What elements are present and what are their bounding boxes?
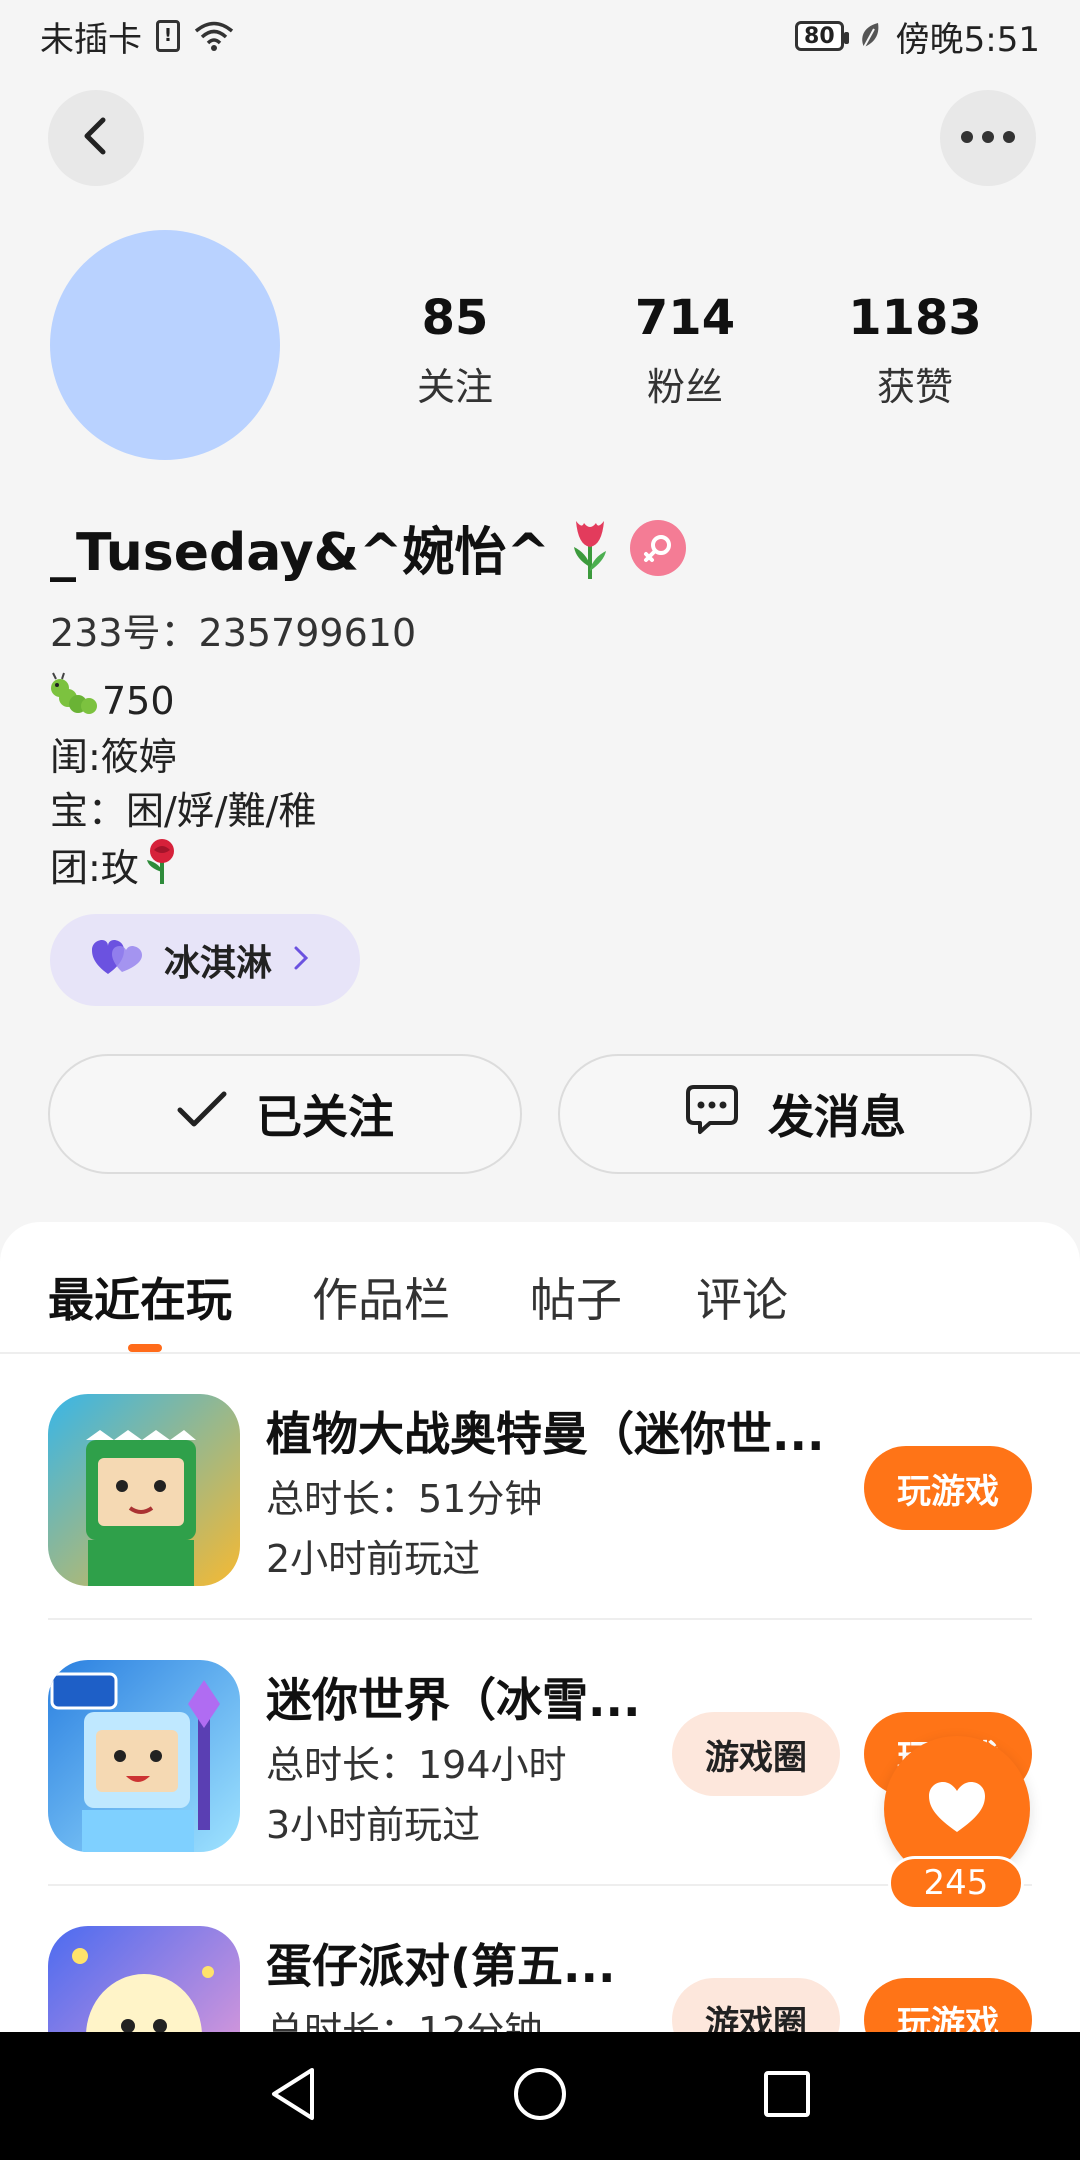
fan-club-name: 冰淇淋 xyxy=(164,943,273,984)
content-card: 最近在玩 作品栏 帖子 评论 植物大战奥特曼（迷你世... 总时长：51分钟 2… xyxy=(0,1222,1080,2032)
bio-text: 团:玫 xyxy=(50,846,139,890)
game-title[interactable]: 蛋仔派对(第五... xyxy=(266,1930,615,1996)
chevron-right-icon xyxy=(292,944,310,976)
stat-label: 关注 xyxy=(416,365,493,409)
chat-bubble-icon xyxy=(684,1081,740,1148)
bio-line: 团:玫 xyxy=(50,838,316,898)
sim-alert-icon: ! xyxy=(156,20,180,52)
stat-followers[interactable]: 714 粉丝 xyxy=(585,288,785,411)
tab-works[interactable]: 作品栏 xyxy=(312,1264,450,1330)
check-icon xyxy=(176,1087,228,1141)
game-row[interactable]: 植物大战奥特曼（迷你世... 总时长：51分钟 2小时前玩过 玩游戏 xyxy=(48,1354,1032,1620)
bio-text: 宝：困/娐/難/稚 xyxy=(50,789,317,833)
game-row[interactable]: 迷你世界（冰雪... 总时长：194小时 3小时前玩过 游戏圈 玩游戏 xyxy=(48,1620,1032,1886)
square-recents-icon xyxy=(762,2069,812,2123)
game-title[interactable]: 植物大战奥特曼（迷你世... xyxy=(266,1398,824,1464)
stat-value: 85 xyxy=(421,290,489,346)
system-nav-bar xyxy=(0,2032,1080,2160)
female-gender-icon xyxy=(630,519,687,576)
fan-club-pill[interactable]: 冰淇淋 xyxy=(50,914,360,1006)
game-duration: 总时长：51分钟 xyxy=(266,1477,543,1521)
game-title[interactable]: 迷你世界（冰雪... xyxy=(266,1664,640,1730)
bio-text: 750 xyxy=(102,679,175,723)
game-icon-plants-vs-ultraman[interactable] xyxy=(48,1394,240,1586)
game-icon-mini-world-ice[interactable] xyxy=(48,1660,240,1852)
nav-home-button[interactable] xyxy=(495,2051,585,2141)
status-bar: 未插卡 ! 80 傍晚5:51 xyxy=(0,0,1080,72)
nav-recents-button[interactable] xyxy=(742,2051,832,2141)
more-dots-icon xyxy=(960,129,1016,148)
status-left: 未插卡 ! xyxy=(40,12,234,61)
bio-line: 闺:筱婷 xyxy=(50,730,316,784)
avatar[interactable] xyxy=(50,230,280,460)
stat-value: 714 xyxy=(634,290,736,346)
hearts-icon xyxy=(90,938,144,982)
battery-level: 80 xyxy=(804,23,835,49)
stat-following[interactable]: 85 关注 xyxy=(355,288,555,411)
carrier-text: 未插卡 xyxy=(40,19,142,60)
stat-label: 粉丝 xyxy=(646,365,723,409)
circle-home-icon xyxy=(512,2066,568,2126)
nav-back-button[interactable] xyxy=(248,2051,338,2141)
game-duration: 总时长：194小时 xyxy=(266,1743,567,1787)
leaf-icon xyxy=(858,21,882,51)
nickname-row: _Tuseday&^婉怡^ xyxy=(50,510,687,585)
chevron-left-icon xyxy=(76,114,116,162)
game-icon-eggy-party[interactable] xyxy=(48,1926,240,2032)
more-button[interactable] xyxy=(940,90,1036,186)
followed-label: 已关注 xyxy=(256,1090,394,1144)
game-last-played: 2小时前玩过 xyxy=(266,1537,481,1581)
profile-stats: 85 关注 714 粉丝 1183 获赞 xyxy=(355,288,1015,411)
status-right: 80 傍晚5:51 xyxy=(795,12,1040,61)
game-last-played: 3小时前玩过 xyxy=(266,1803,481,1847)
heart-icon xyxy=(927,1780,987,1838)
wifi-icon xyxy=(194,20,234,52)
triangle-back-icon xyxy=(268,2066,318,2126)
bio: 750 闺:筱婷 宝：困/娐/難/稚 团:玫 xyxy=(50,672,316,898)
followed-button[interactable]: 已关注 xyxy=(48,1054,522,1174)
rose-icon xyxy=(143,838,181,898)
battery-icon: 80 xyxy=(795,21,849,51)
game-duration: 总时长：12分钟 xyxy=(266,2009,543,2032)
tulip-icon xyxy=(568,515,612,581)
stat-likes[interactable]: 1183 获赞 xyxy=(815,288,1015,411)
nickname: _Tuseday&^婉怡^ xyxy=(50,523,551,583)
back-button[interactable] xyxy=(48,90,144,186)
stat-value: 1183 xyxy=(848,290,982,346)
play-game-button[interactable]: 玩游戏 xyxy=(864,1978,1032,2032)
tab-posts[interactable]: 帖子 xyxy=(530,1264,622,1330)
stat-label: 获赞 xyxy=(876,365,953,409)
bio-line: 宝：困/娐/難/稚 xyxy=(50,784,316,838)
send-message-label: 发消息 xyxy=(768,1090,906,1144)
bio-text: 闺:筱婷 xyxy=(50,735,177,779)
tab-indicator xyxy=(128,1344,162,1352)
like-count-badge: 245 xyxy=(888,1856,1024,1910)
send-message-button[interactable]: 发消息 xyxy=(558,1054,1032,1174)
game-circle-button[interactable]: 游戏圈 xyxy=(672,1978,840,2032)
clock-text: 傍晚5:51 xyxy=(895,19,1040,60)
game-row[interactable]: 蛋仔派对(第五... 总时长：12分钟 游戏圈 玩游戏 xyxy=(48,1886,1032,2032)
tab-comments[interactable]: 评论 xyxy=(696,1264,788,1330)
game-circle-button[interactable]: 游戏圈 xyxy=(672,1712,840,1796)
caterpillar-icon xyxy=(50,672,98,730)
play-game-button[interactable]: 玩游戏 xyxy=(864,1446,1032,1530)
bio-line: 750 xyxy=(50,672,316,730)
tab-recently-played[interactable]: 最近在玩 xyxy=(48,1264,232,1330)
user-id: 233号：235799610 xyxy=(50,611,417,655)
profile-tabs: 最近在玩 作品栏 帖子 评论 xyxy=(0,1222,1080,1354)
